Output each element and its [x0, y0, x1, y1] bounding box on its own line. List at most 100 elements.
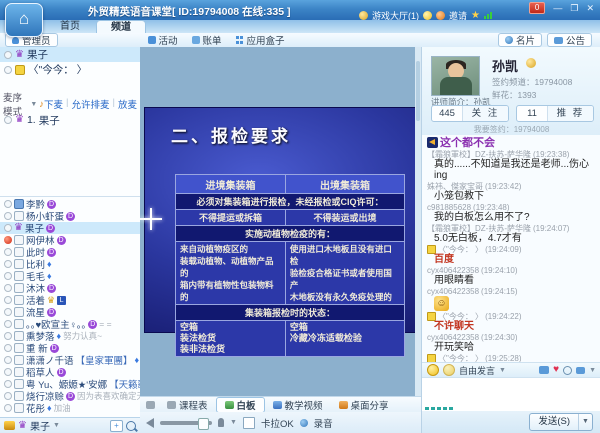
select-radio[interactable] [4, 51, 12, 59]
sender-name[interactable]: 【霜狼軍校】DZ-扶苏-萨华隆 [427, 150, 531, 159]
member-row[interactable]: 熏梦落♦努力认真~ [0, 330, 140, 342]
sender-name[interactable]: cyx406422358 [427, 333, 479, 342]
member-row-self[interactable]: ♛果子D [0, 222, 140, 234]
fruit-icon[interactable] [436, 11, 445, 20]
chevron-down-icon[interactable]: ▼ [589, 367, 596, 374]
microphone-icon[interactable] [218, 418, 224, 427]
sender-name[interactable]: 〈"今今： 〉 [438, 312, 483, 321]
tab-schedule[interactable]: 课程表 [159, 398, 216, 412]
speak-mode-dropdown[interactable]: 自由发言 [459, 364, 495, 377]
emoji-search-icon[interactable] [443, 364, 455, 376]
chat-message-list[interactable]: 这个都不会 【霜狼軍校】DZ-扶苏-萨华隆(19:23:38) 真的......… [422, 135, 600, 362]
send-options-dropdown[interactable]: ▼ [578, 414, 592, 430]
record-label: 录音 [314, 416, 333, 430]
sender-name[interactable]: 【霜狼軍校】DZ-扶苏-萨华隆 [427, 224, 531, 233]
chat-message: 【霜狼軍校】DZ-扶苏-萨华隆(19:24:07) 5.0无白板，4.7才有 [427, 224, 600, 244]
lecturer-avatar[interactable] [431, 56, 480, 96]
minimize-button[interactable]: — [553, 3, 562, 13]
tab-desktop-share[interactable]: 桌面分享 [331, 398, 397, 412]
member-row[interactable]: 潇潇ノ千语【皇家軍團】♦ [0, 354, 140, 366]
member-row[interactable]: ｡｡♥欧宣主♀｡｡D= = [0, 318, 140, 330]
chevron-down-icon[interactable]: ▼ [30, 101, 37, 108]
broadcast-message: 这个都不会 [427, 137, 600, 149]
mic-allow-link[interactable]: 允许排麦 [72, 97, 110, 111]
chevron-down-icon[interactable]: ▼ [230, 419, 237, 426]
member-row[interactable]: 活着♛L [0, 294, 140, 306]
record-icon[interactable] [300, 419, 308, 427]
select-radio[interactable] [4, 66, 12, 74]
tab-home[interactable]: 首页 [46, 20, 94, 33]
volume-slider-thumb[interactable] [198, 418, 209, 430]
sender-name[interactable]: 〈"今今： 〉 [438, 354, 483, 362]
sender-name[interactable]: cyx406422358 [427, 287, 479, 296]
speaker-icon[interactable] [146, 418, 154, 428]
member-row[interactable]: 毛毛♦ [0, 270, 140, 282]
app-box-button[interactable]: 应用盒子 [236, 33, 285, 47]
member-row[interactable]: 流星D [0, 306, 140, 318]
chevron-down-icon[interactable]: ▼ [53, 422, 60, 429]
tab-channel[interactable]: 频道 [96, 20, 146, 34]
history-icon[interactable] [563, 366, 572, 375]
mic-queue-row[interactable]: ♛ 1. 果子 [0, 113, 140, 127]
owner-row[interactable]: ♛ 果子 [0, 47, 140, 62]
window-controls: 0 — ❐ ✕ [529, 2, 594, 14]
volume-slider[interactable] [160, 421, 212, 425]
tab-teaching-video[interactable]: 教学视频 [265, 398, 331, 412]
member-row[interactable]: 稻草人D [0, 366, 140, 378]
sender-name[interactable]: cyx406422358 [427, 266, 479, 275]
resize-grip[interactable] [425, 407, 453, 410]
chat-message: 【霜狼軍校】DZ-扶苏-萨华隆(19:23:38) 真的......不知道是我还… [427, 150, 600, 181]
slide-title: 二、报检要求 [171, 122, 291, 147]
restore-button[interactable]: ❐ [570, 3, 578, 13]
home-icon[interactable]: ⌂ [5, 3, 43, 37]
member-row[interactable]: 此时D [0, 246, 140, 258]
member-row[interactable]: 花彤♦加油 [0, 402, 140, 414]
follow-button[interactable]: 445 关 注 [431, 105, 509, 122]
karaoke-checkbox[interactable] [243, 417, 255, 429]
screenshot-icon[interactable] [539, 366, 549, 374]
member-row[interactable]: 粤 Yu、嫄嫄★'安娜【天籁歌手】 [0, 378, 140, 390]
add-member-icon[interactable]: + [110, 420, 123, 432]
member-row[interactable]: 杨小虾蛋D [0, 210, 140, 222]
audio-control-bar: ▼ 卡拉OK 录音 [140, 412, 421, 433]
select-radio[interactable] [4, 116, 12, 124]
activity-button[interactable]: 活动 [148, 33, 178, 47]
notice-button[interactable]: 公告 [547, 33, 592, 47]
tab-label: 白板 [237, 398, 256, 412]
medal-icon [526, 58, 536, 68]
tab-whiteboard[interactable]: 白板 [216, 397, 265, 413]
sender-name[interactable]: 〈"今今： 〉 [438, 245, 483, 254]
member-row-speaking[interactable]: 网伊林D [0, 234, 140, 246]
heart-icon[interactable]: ♥ [553, 365, 559, 375]
chat-bubble-icon[interactable] [576, 367, 585, 374]
member-search-bar: ♛ 果子 ▼ + [0, 417, 140, 433]
bill-button[interactable]: 账单 [192, 33, 222, 47]
member-row[interactable]: 烧行凉赊D因为表喜欢确定无房间 [0, 390, 140, 402]
card-button[interactable]: 名片 [498, 33, 542, 47]
member-row[interactable]: 比利♦ [0, 258, 140, 270]
recommend-button[interactable]: 11 推 荐 [516, 105, 594, 122]
collapse-icon[interactable] [146, 401, 155, 409]
search-icon[interactable] [126, 421, 136, 431]
sender-name[interactable]: c981885628 [427, 203, 471, 212]
message-text: 用眼睛看 [427, 275, 600, 286]
chat-input-area[interactable] [422, 377, 600, 412]
emoji-icon[interactable] [427, 364, 439, 376]
chevron-down-icon[interactable]: ▼ [499, 367, 506, 374]
message-count-badge[interactable]: 0 [529, 2, 545, 14]
sender-name[interactable]: 姝祎、傑家宝哥 [427, 182, 483, 191]
message-text: 5.0无白板，4.7才有 [427, 233, 600, 244]
send-button[interactable]: 发送(S) ▼ [529, 413, 593, 431]
member-row[interactable]: 重 新D [0, 342, 140, 354]
close-button[interactable]: ✕ [586, 3, 594, 13]
whiteboard-stage[interactable]: 二、报检要求 进境集装箱 出境集装箱 必须对集装箱进行报检，未经报检或CIQ许可… [140, 47, 421, 396]
member-badge: D [46, 224, 55, 233]
treasure-icon[interactable] [4, 421, 15, 430]
admin-row[interactable]: 〈"今今： 〉 [0, 62, 140, 77]
member-row[interactable]: 李黔D [0, 198, 140, 210]
mic-release-link[interactable]: 放麦 [118, 97, 137, 111]
member-row[interactable]: 沐沐D [0, 282, 140, 294]
smiley-icon[interactable] [423, 11, 432, 20]
mic-down-link[interactable]: 下麦 [44, 97, 63, 111]
current-user-name[interactable]: 果子 [30, 418, 50, 433]
